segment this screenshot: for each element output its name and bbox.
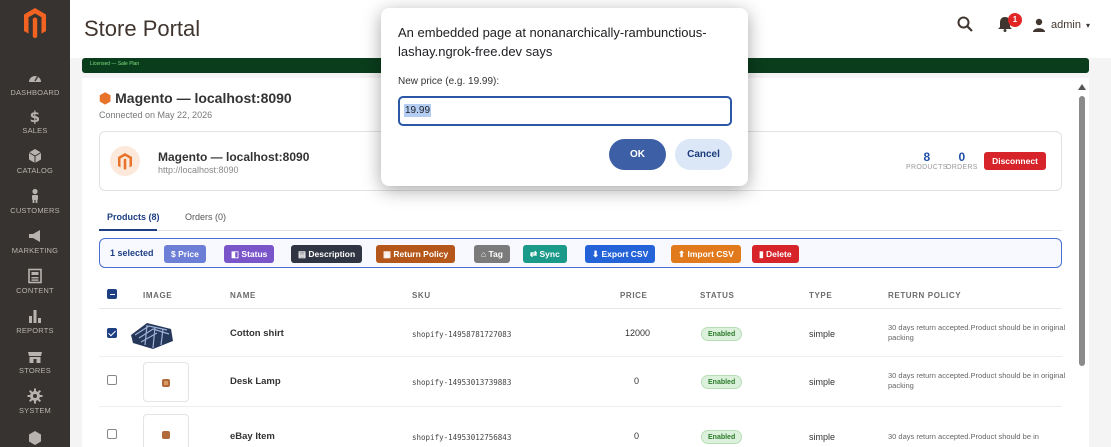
app-root: DASHBOARD $ SALES CATALOG CUSTOMERS MARK… bbox=[0, 0, 1111, 447]
dialog-message: New price (e.g. 19.99): bbox=[398, 76, 500, 87]
price-input-value: 19.99 bbox=[404, 104, 432, 117]
dialog-title: An embedded page at nonanarchically-ramb… bbox=[398, 25, 707, 59]
price-input[interactable]: 19.99 bbox=[398, 96, 732, 126]
prompt-dialog: An embedded page at nonanarchically-ramb… bbox=[381, 8, 748, 186]
ok-button[interactable]: OK bbox=[609, 139, 666, 170]
cancel-button[interactable]: Cancel bbox=[675, 139, 732, 170]
